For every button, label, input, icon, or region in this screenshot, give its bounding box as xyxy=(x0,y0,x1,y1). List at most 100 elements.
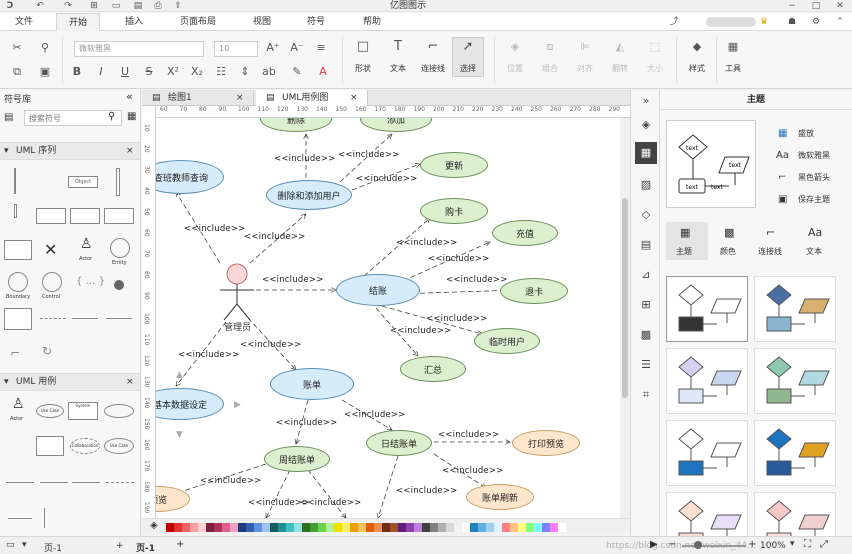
subscript-icon[interactable]: X₂ xyxy=(188,64,206,80)
color-swatches[interactable] xyxy=(166,523,566,532)
color-swatch[interactable] xyxy=(390,523,398,532)
color-swatch[interactable] xyxy=(358,523,366,532)
color-swatch[interactable] xyxy=(438,523,446,532)
self-message-shape[interactable]: ⌐ xyxy=(10,346,20,360)
arrow-style-icon[interactable]: ⌐ xyxy=(778,172,786,183)
copy-icon[interactable]: ⧉ xyxy=(8,64,26,80)
scroll-thumb[interactable] xyxy=(622,198,628,398)
color-swatch[interactable] xyxy=(526,523,534,532)
entity-shape[interactable] xyxy=(110,238,130,258)
expand-panel-icon[interactable]: » xyxy=(635,90,657,112)
note-shape[interactable] xyxy=(104,208,134,224)
color-swatch[interactable] xyxy=(462,523,470,532)
settings-icon[interactable]: ⚙ xyxy=(810,16,822,28)
save-icon[interactable]: ▤ xyxy=(132,0,144,12)
final-state-shape[interactable] xyxy=(114,280,124,290)
page-tab[interactable]: 页-1 xyxy=(136,541,155,554)
color-swatch[interactable] xyxy=(294,523,302,532)
table-panel-icon[interactable]: ⊞ xyxy=(635,294,657,316)
theme-card[interactable] xyxy=(666,348,748,414)
color-swatch[interactable] xyxy=(502,523,510,532)
paste-icon[interactable]: ▣ xyxy=(36,64,54,80)
superscript-icon[interactable]: X² xyxy=(164,64,182,80)
font-color-icon[interactable]: A xyxy=(314,64,332,80)
color-swatch[interactable] xyxy=(374,523,382,532)
color-swatch[interactable] xyxy=(422,523,430,532)
cut-icon[interactable]: ✂ xyxy=(8,40,26,56)
color-swatch[interactable] xyxy=(486,523,494,532)
theme-option-arrow[interactable]: 黑色箭头 xyxy=(798,172,830,183)
library-menu-icon[interactable]: ▤ xyxy=(4,112,13,123)
font-grow-icon[interactable]: A⁺ xyxy=(264,40,282,56)
shape-tool-icon[interactable]: □ xyxy=(354,39,372,55)
usecase-actor-icon[interactable]: ♙ xyxy=(12,396,25,412)
theme-option-font[interactable]: 微软雅黑 xyxy=(798,150,830,161)
text-tab-label[interactable]: 文本 xyxy=(806,246,822,257)
color-swatch[interactable] xyxy=(198,523,206,532)
activation-shape[interactable] xyxy=(116,168,120,196)
theme-card[interactable] xyxy=(666,492,748,536)
boundary-shape[interactable] xyxy=(8,272,28,292)
tab-uml-usecase[interactable]: ▤ UML用例图 × xyxy=(256,90,368,106)
connector-tool-icon[interactable]: ⌐ xyxy=(424,39,442,55)
usecase-weekly[interactable]: 周结账单 xyxy=(264,446,330,472)
line-spacing-icon[interactable]: ⇕ xyxy=(236,64,254,80)
hyperlink-panel-icon[interactable]: ⌗ xyxy=(635,384,657,406)
actor-icon[interactable]: ♙ xyxy=(80,236,93,252)
message-shape[interactable] xyxy=(72,318,98,319)
zoom-dropdown-icon[interactable]: ▾ xyxy=(790,539,795,549)
theme-card[interactable] xyxy=(754,348,836,414)
close-section-icon[interactable]: × xyxy=(126,143,134,159)
font-size-select[interactable]: 10 xyxy=(214,41,258,57)
collapse-ribbon-icon[interactable]: ⌃ xyxy=(834,16,846,28)
lifeline-shape[interactable] xyxy=(14,168,16,194)
select-tool-icon[interactable]: ➚ xyxy=(459,39,477,55)
collapse-panel-icon[interactable]: « xyxy=(126,90,133,103)
page-layout-icon[interactable]: ▭ xyxy=(6,540,15,550)
menu-symbols[interactable]: 符号 xyxy=(298,13,334,31)
play-icon[interactable]: ▶ xyxy=(650,539,658,550)
color-swatch[interactable] xyxy=(278,523,286,532)
menu-file[interactable]: 文件 xyxy=(6,13,42,31)
zoom-level[interactable]: 100% xyxy=(760,541,786,551)
theme-card[interactable] xyxy=(666,420,748,486)
color-swatch[interactable] xyxy=(478,523,486,532)
italic-icon[interactable]: I xyxy=(92,64,110,80)
zoom-in-icon[interactable]: + xyxy=(748,539,756,550)
color-swatch[interactable] xyxy=(430,523,438,532)
print-icon[interactable]: ⎙ xyxy=(152,0,164,12)
size-icon[interactable]: ⬚ xyxy=(646,39,664,55)
system-shape[interactable]: System xyxy=(68,402,98,420)
destroy-x-icon[interactable]: ✕ xyxy=(44,240,57,259)
brace-shape[interactable]: { … } xyxy=(76,276,105,287)
actor-label[interactable]: 管理员 xyxy=(224,320,251,333)
add-shape-down-icon[interactable]: ▼ xyxy=(176,430,183,440)
close-tab-icon[interactable]: × xyxy=(236,90,244,106)
tools-icon[interactable]: ▦ xyxy=(724,39,742,55)
data-chart-icon[interactable]: ⊿ xyxy=(635,264,657,286)
font-shrink-icon[interactable]: A⁻ xyxy=(288,40,306,56)
bold-icon[interactable]: B xyxy=(68,64,86,80)
color-swatch[interactable] xyxy=(214,523,222,532)
color-swatch[interactable] xyxy=(518,523,526,532)
zoom-slider[interactable] xyxy=(682,545,746,547)
page-selector[interactable]: 页-1 xyxy=(44,541,62,554)
export-icon[interactable]: ⇪ xyxy=(172,0,184,12)
strikethrough-icon[interactable]: S xyxy=(140,64,158,80)
color-swatch[interactable] xyxy=(382,523,390,532)
section-uml-usecase[interactable]: ▾ UML 用例 × xyxy=(0,373,140,391)
vertical-scrollbar[interactable] xyxy=(620,118,630,518)
theme-card[interactable] xyxy=(666,276,748,342)
recursive-message-shape[interactable]: ↻ xyxy=(42,344,52,358)
minimize-icon[interactable]: − xyxy=(786,0,798,12)
add-shape-right-icon[interactable]: ▶ xyxy=(234,400,241,410)
fill-panel-icon[interactable]: ◈ xyxy=(635,114,657,136)
color-swatch[interactable] xyxy=(254,523,262,532)
color-swatch[interactable] xyxy=(326,523,334,532)
layers-panel-icon[interactable]: ◇ xyxy=(635,204,657,226)
usecase-settle[interactable]: 结账 xyxy=(336,274,420,306)
section-uml-sequence[interactable]: ▾ UML 序列 × xyxy=(0,142,140,160)
color-swatch[interactable] xyxy=(558,523,566,532)
format-panel-icon[interactable]: ☰ xyxy=(635,354,657,376)
color-swatch[interactable] xyxy=(270,523,278,532)
